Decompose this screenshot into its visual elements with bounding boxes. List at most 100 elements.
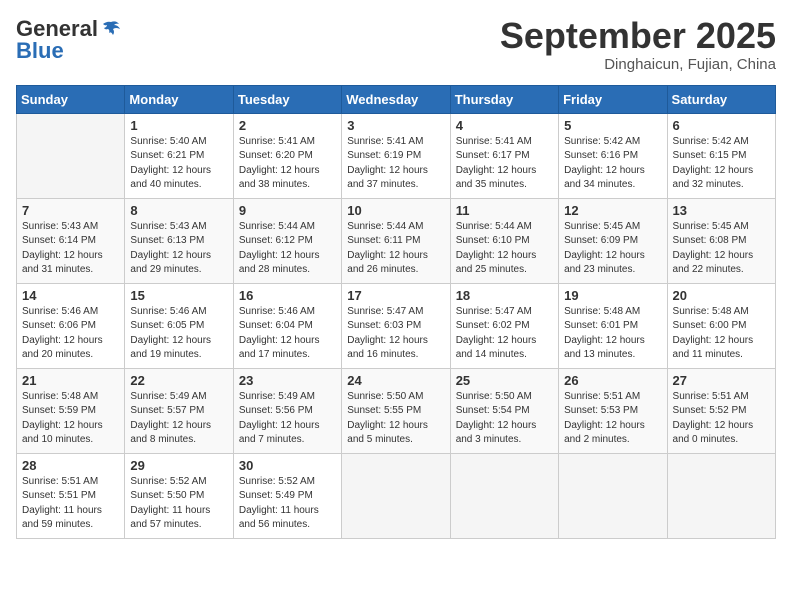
weekday-header-tuesday: Tuesday: [233, 85, 341, 113]
day-number: 22: [130, 373, 227, 388]
calendar-cell: 14 Sunrise: 5:46 AM Sunset: 6:06 PM Dayli…: [17, 283, 125, 368]
day-number: 3: [347, 118, 444, 133]
calendar-cell: 27Sunrise: 5:51 AM Sunset: 5:52 PM Dayli…: [667, 368, 775, 453]
calendar-cell: 1 Sunrise: 5:40 AM Sunset: 6:21 PM Daylig…: [125, 113, 233, 198]
day-content: Sunrise: 5:52 AM Sunset: 5:50 PM Dayligh…: [130, 475, 227, 533]
day-number: 13: [673, 203, 770, 218]
calendar-cell: [450, 453, 558, 538]
calendar-cell: 18Sunrise: 5:47 AM Sunset: 6:02 PM Dayli…: [450, 283, 558, 368]
calendar-cell: 8 Sunrise: 5:43 AM Sunset: 6:13 PM Daylig…: [125, 198, 233, 283]
day-content: Sunrise: 5:46 AM Sunset: 6:06 PM Dayligh…: [22, 305, 119, 363]
day-number: 19: [564, 288, 661, 303]
calendar-cell: [342, 453, 450, 538]
day-number: 1: [130, 118, 227, 133]
day-number: 14: [22, 288, 119, 303]
day-content: Sunrise: 5:48 AM Sunset: 6:01 PM Dayligh…: [564, 305, 661, 363]
day-content: Sunrise: 5:46 AM Sunset: 6:05 PM Dayligh…: [130, 305, 227, 363]
calendar-cell: 7 Sunrise: 5:43 AM Sunset: 6:14 PM Daylig…: [17, 198, 125, 283]
day-content: Sunrise: 5:44 AM Sunset: 6:11 PM Dayligh…: [347, 220, 444, 278]
weekday-header-monday: Monday: [125, 85, 233, 113]
calendar-cell: 30Sunrise: 5:52 AM Sunset: 5:49 PM Dayli…: [233, 453, 341, 538]
week-row-2: 7 Sunrise: 5:43 AM Sunset: 6:14 PM Daylig…: [17, 198, 776, 283]
day-content: Sunrise: 5:50 AM Sunset: 5:55 PM Dayligh…: [347, 390, 444, 448]
day-number: 12: [564, 203, 661, 218]
logo: General Blue: [16, 16, 122, 64]
day-content: Sunrise: 5:48 AM Sunset: 5:59 PM Dayligh…: [22, 390, 119, 448]
calendar-cell: 23Sunrise: 5:49 AM Sunset: 5:56 PM Dayli…: [233, 368, 341, 453]
day-number: 21: [22, 373, 119, 388]
calendar-cell: 15 Sunrise: 5:46 AM Sunset: 6:05 PM Dayli…: [125, 283, 233, 368]
calendar-cell: 17 Sunrise: 5:47 AM Sunset: 6:03 PM Dayli…: [342, 283, 450, 368]
day-number: 4: [456, 118, 553, 133]
day-content: Sunrise: 5:45 AM Sunset: 6:09 PM Dayligh…: [564, 220, 661, 278]
day-content: Sunrise: 5:44 AM Sunset: 6:10 PM Dayligh…: [456, 220, 553, 278]
day-content: Sunrise: 5:41 AM Sunset: 6:19 PM Dayligh…: [347, 135, 444, 193]
calendar-cell: 20Sunrise: 5:48 AM Sunset: 6:00 PM Dayli…: [667, 283, 775, 368]
week-row-1: 1 Sunrise: 5:40 AM Sunset: 6:21 PM Daylig…: [17, 113, 776, 198]
calendar-cell: [667, 453, 775, 538]
weekday-header-wednesday: Wednesday: [342, 85, 450, 113]
day-number: 8: [130, 203, 227, 218]
day-number: 7: [22, 203, 119, 218]
calendar-cell: 12 Sunrise: 5:45 AM Sunset: 6:09 PM Dayli…: [559, 198, 667, 283]
day-content: Sunrise: 5:51 AM Sunset: 5:51 PM Dayligh…: [22, 475, 119, 533]
calendar-cell: 21 Sunrise: 5:48 AM Sunset: 5:59 PM Dayli…: [17, 368, 125, 453]
day-number: 5: [564, 118, 661, 133]
calendar-cell: 5 Sunrise: 5:42 AM Sunset: 6:16 PM Daylig…: [559, 113, 667, 198]
calendar-cell: [559, 453, 667, 538]
day-number: 15: [130, 288, 227, 303]
calendar-cell: 26 Sunrise: 5:51 AM Sunset: 5:53 PM Dayli…: [559, 368, 667, 453]
day-number: 28: [22, 458, 119, 473]
location-subtitle: Dinghaicun, Fujian, China: [500, 56, 776, 73]
day-content: Sunrise: 5:43 AM Sunset: 6:14 PM Dayligh…: [22, 220, 119, 278]
calendar-cell: 3 Sunrise: 5:41 AM Sunset: 6:19 PM Daylig…: [342, 113, 450, 198]
week-row-3: 14 Sunrise: 5:46 AM Sunset: 6:06 PM Dayli…: [17, 283, 776, 368]
calendar-cell: [17, 113, 125, 198]
day-number: 6: [673, 118, 770, 133]
calendar-cell: 13 Sunrise: 5:45 AM Sunset: 6:08 PM Dayli…: [667, 198, 775, 283]
day-content: Sunrise: 5:47 AM Sunset: 6:03 PM Dayligh…: [347, 305, 444, 363]
day-number: 2: [239, 118, 336, 133]
calendar-cell: 2 Sunrise: 5:41 AM Sunset: 6:20 PM Daylig…: [233, 113, 341, 198]
day-content: Sunrise: 5:41 AM Sunset: 6:20 PM Dayligh…: [239, 135, 336, 193]
calendar-cell: 6 Sunrise: 5:42 AM Sunset: 6:15 PM Daylig…: [667, 113, 775, 198]
day-number: 30: [239, 458, 336, 473]
day-content: Sunrise: 5:44 AM Sunset: 6:12 PM Dayligh…: [239, 220, 336, 278]
day-content: Sunrise: 5:42 AM Sunset: 6:16 PM Dayligh…: [564, 135, 661, 193]
month-title: September 2025: [500, 16, 776, 56]
weekday-header-row: SundayMondayTuesdayWednesdayThursdayFrid…: [17, 85, 776, 113]
weekday-header-thursday: Thursday: [450, 85, 558, 113]
calendar-cell: 19 Sunrise: 5:48 AM Sunset: 6:01 PM Dayli…: [559, 283, 667, 368]
calendar-table: SundayMondayTuesdayWednesdayThursdayFrid…: [16, 85, 776, 539]
day-number: 9: [239, 203, 336, 218]
logo-blue: Blue: [16, 38, 64, 64]
day-content: Sunrise: 5:40 AM Sunset: 6:21 PM Dayligh…: [130, 135, 227, 193]
day-number: 17: [347, 288, 444, 303]
day-content: Sunrise: 5:42 AM Sunset: 6:15 PM Dayligh…: [673, 135, 770, 193]
day-number: 26: [564, 373, 661, 388]
day-number: 23: [239, 373, 336, 388]
day-number: 11: [456, 203, 553, 218]
day-content: Sunrise: 5:43 AM Sunset: 6:13 PM Dayligh…: [130, 220, 227, 278]
calendar-cell: 11 Sunrise: 5:44 AM Sunset: 6:10 PM Dayli…: [450, 198, 558, 283]
day-content: Sunrise: 5:51 AM Sunset: 5:53 PM Dayligh…: [564, 390, 661, 448]
day-content: Sunrise: 5:47 AM Sunset: 6:02 PM Dayligh…: [456, 305, 553, 363]
calendar-cell: 4 Sunrise: 5:41 AM Sunset: 6:17 PM Daylig…: [450, 113, 558, 198]
day-content: Sunrise: 5:49 AM Sunset: 5:57 PM Dayligh…: [130, 390, 227, 448]
day-number: 27: [673, 373, 770, 388]
day-content: Sunrise: 5:41 AM Sunset: 6:17 PM Dayligh…: [456, 135, 553, 193]
day-number: 20: [673, 288, 770, 303]
week-row-5: 28 Sunrise: 5:51 AM Sunset: 5:51 PM Dayli…: [17, 453, 776, 538]
calendar-cell: 25Sunrise: 5:50 AM Sunset: 5:54 PM Dayli…: [450, 368, 558, 453]
day-content: Sunrise: 5:45 AM Sunset: 6:08 PM Dayligh…: [673, 220, 770, 278]
weekday-header-friday: Friday: [559, 85, 667, 113]
weekday-header-saturday: Saturday: [667, 85, 775, 113]
day-number: 24: [347, 373, 444, 388]
calendar-cell: 22 Sunrise: 5:49 AM Sunset: 5:57 PM Dayli…: [125, 368, 233, 453]
weekday-header-sunday: Sunday: [17, 85, 125, 113]
day-content: Sunrise: 5:50 AM Sunset: 5:54 PM Dayligh…: [456, 390, 553, 448]
calendar-cell: 29Sunrise: 5:52 AM Sunset: 5:50 PM Dayli…: [125, 453, 233, 538]
day-number: 16: [239, 288, 336, 303]
week-row-4: 21 Sunrise: 5:48 AM Sunset: 5:59 PM Dayli…: [17, 368, 776, 453]
calendar-cell: 10Sunrise: 5:44 AM Sunset: 6:11 PM Dayli…: [342, 198, 450, 283]
